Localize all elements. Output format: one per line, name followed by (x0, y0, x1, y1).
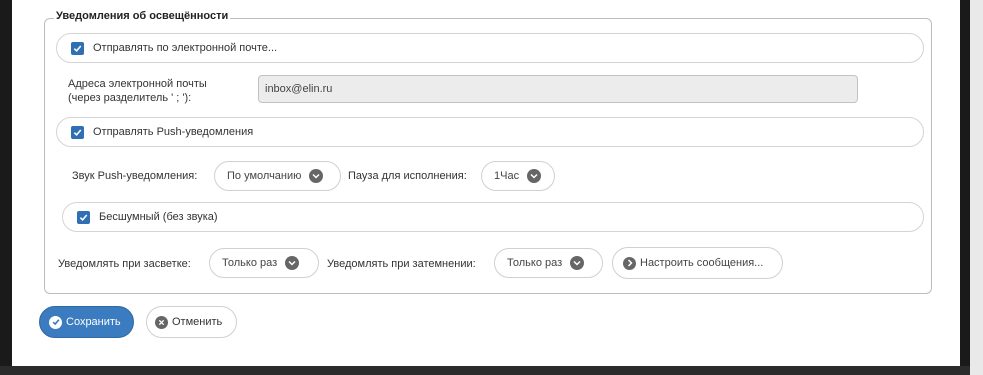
window-frame-left (0, 0, 12, 375)
notify-light-label: Уведомлять при засветке: (58, 258, 191, 270)
push-checkbox[interactable] (71, 125, 84, 139)
notify-dark-select[interactable]: Только раз (494, 248, 603, 278)
email-addresses-label-line2: (через разделитель ' ; '): (68, 92, 192, 104)
email-addresses-input[interactable]: inbox@elin.ru (258, 75, 858, 103)
pause-select[interactable]: 1Час (481, 161, 555, 191)
push-notify-option[interactable]: Отправлять Push-уведомления (56, 117, 924, 147)
notify-dark-label: Уведомлять при затемнении: (327, 258, 476, 270)
email-checkbox[interactable] (71, 41, 84, 55)
notify-light-value: Только раз (222, 257, 278, 269)
notify-light-select[interactable]: Только раз (209, 248, 319, 278)
pause-value: 1Час (494, 170, 520, 182)
close-icon (155, 315, 168, 329)
email-notify-option[interactable]: Отправлять по электронной почте... (56, 33, 924, 63)
chevron-down-icon (570, 256, 585, 270)
silent-checkbox[interactable] (77, 210, 90, 224)
window-frame-right (960, 0, 970, 375)
notify-dark-value: Только раз (507, 257, 563, 269)
configure-messages-label: Настроить сообщения... (640, 257, 764, 269)
save-button-label: Сохранить (66, 316, 121, 328)
push-sound-value: По умолчанию (227, 170, 302, 182)
configure-messages-button[interactable]: Настроить сообщения... (612, 247, 783, 279)
email-addresses-label-line1: Адреса электронной почты (68, 78, 207, 90)
chevron-right-icon (623, 256, 636, 270)
scrollbar-track[interactable] (970, 0, 983, 375)
window-frame-bottom (0, 366, 970, 375)
push-sound-label: Звук Push-уведомления: (72, 170, 198, 182)
silent-option[interactable]: Бесшумный (без звука) (62, 202, 924, 232)
chevron-down-icon (285, 256, 300, 270)
cancel-button[interactable]: Отменить (146, 306, 237, 338)
silent-checkbox-label: Бесшумный (без звука) (99, 211, 218, 223)
save-button[interactable]: Сохранить (39, 306, 134, 338)
push-sound-select[interactable]: По умолчанию (214, 161, 341, 191)
email-addresses-label: Адреса электронной почты (через разделит… (68, 77, 207, 105)
pause-label: Пауза для исполнения: (348, 170, 467, 182)
check-icon (49, 315, 62, 329)
cancel-button-label: Отменить (172, 316, 223, 328)
chevron-down-icon (309, 169, 324, 183)
email-checkbox-label: Отправлять по электронной почте... (93, 42, 278, 54)
fieldset-legend: Уведомления об освещённости (54, 10, 231, 22)
chevron-down-icon (527, 169, 542, 183)
push-checkbox-label: Отправлять Push-уведомления (93, 126, 254, 138)
